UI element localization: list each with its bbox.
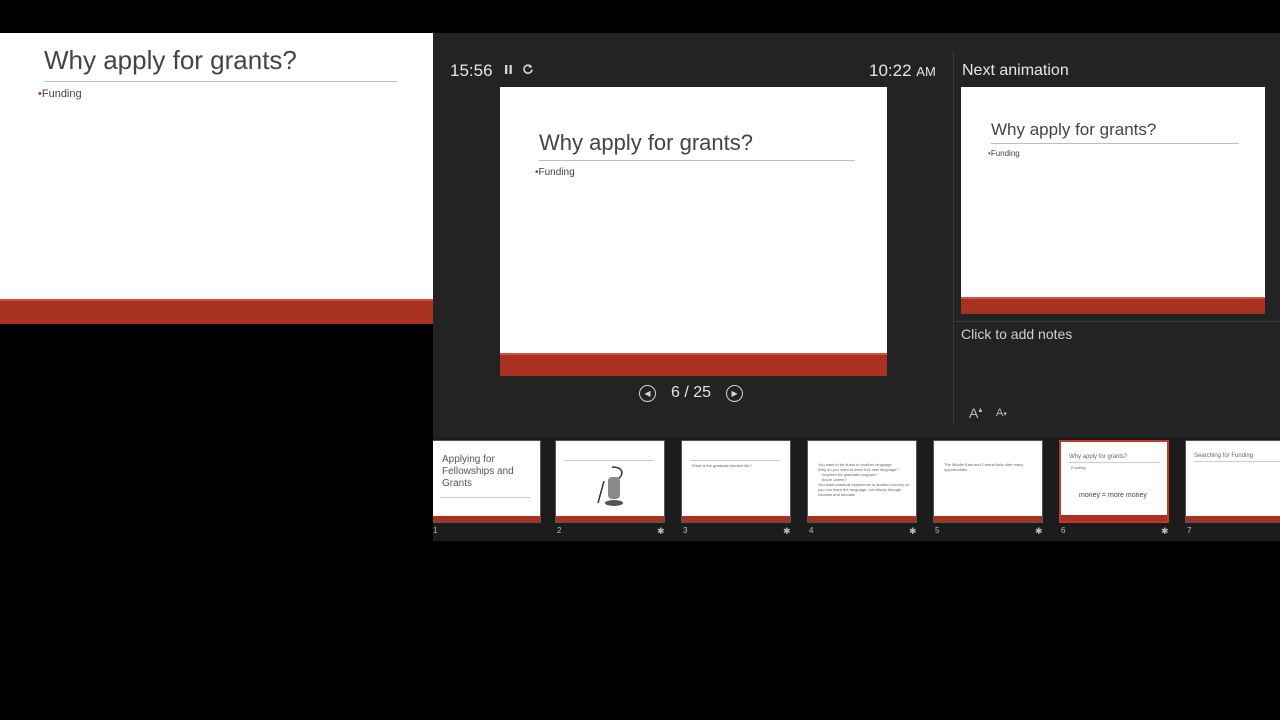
projected-slide-bullet: •Funding — [38, 88, 82, 100]
slide-number: 6 — [1061, 526, 1066, 535]
current-slide-bullet: •Funding — [535, 167, 575, 178]
animation-star-icon: ✱ — [783, 526, 791, 536]
next-slide-bullet: •Funding — [988, 149, 1020, 158]
animation-star-icon: ✱ — [657, 526, 665, 536]
animation-star-icon: ✱ — [1035, 526, 1043, 536]
slide-footer-bar — [0, 299, 433, 324]
thumbnail-slide-1[interactable]: Applying for Fellowships and Grants — [433, 440, 541, 523]
projected-slide: Why apply for grants? •Funding — [0, 33, 433, 324]
increase-font-button[interactable]: A▴ — [969, 405, 982, 421]
restart-timer-button[interactable] — [522, 63, 534, 78]
thumbnail-slide-7[interactable]: Searching for Funding — [1185, 440, 1280, 523]
pause-icon — [505, 65, 512, 74]
decrease-font-button[interactable]: A▾ — [996, 407, 1007, 419]
slide-number: 1 — [433, 526, 438, 535]
thumbnail-slide-6[interactable]: Why apply for grants? Funding money = mo… — [1059, 440, 1169, 523]
slide-number: 4 — [809, 526, 814, 535]
next-slide-button[interactable]: ▶ — [726, 384, 744, 402]
thumbnail-slide-5[interactable]: The Middle East and Central Asia offer m… — [933, 440, 1043, 523]
vertical-divider — [953, 51, 954, 423]
chevron-left-icon: ◀ — [644, 388, 651, 398]
animation-star-icon: ✱ — [909, 526, 917, 536]
next-slide-preview: Why apply for grants? •Funding — [961, 87, 1265, 314]
projected-slide-title: Why apply for grants? — [44, 45, 297, 75]
current-time: 10:22 AM — [869, 61, 936, 80]
slide-number: 7 — [1187, 526, 1192, 535]
presenter-view: 15:56 10:22 AM Why apply for grants? •Fu… — [433, 33, 1280, 541]
slide-number: 5 — [935, 526, 940, 535]
thumbnail-slide-2[interactable] — [555, 440, 665, 523]
current-slide-title: Why apply for grants? — [539, 130, 753, 155]
elapsed-timer: 15:56 — [450, 61, 493, 80]
notes-divider — [953, 321, 1280, 322]
slide-footer-bar — [500, 353, 887, 376]
slide-number: 2 — [557, 526, 562, 535]
slide-footer-bar — [961, 297, 1265, 314]
slide-counter: 6 / 25 — [671, 384, 712, 401]
title-underline — [991, 143, 1239, 144]
slide-number: 3 — [683, 526, 688, 535]
notes-field[interactable]: Click to add notes — [961, 326, 1072, 342]
pause-timer-button[interactable] — [503, 63, 514, 78]
title-underline — [44, 81, 397, 82]
next-animation-label: Next animation — [962, 62, 1069, 79]
title-underline — [539, 160, 855, 161]
previous-slide-button[interactable]: ◀ — [639, 384, 656, 402]
chevron-right-icon: ▶ — [731, 388, 738, 398]
next-slide-title: Why apply for grants? — [991, 120, 1157, 139]
vacuum-image — [597, 466, 623, 506]
slide-navigation: ◀ 6 / 25 ▶ — [639, 381, 744, 405]
thumbnail-slide-3[interactable]: What is the graduate student life? — [681, 440, 791, 523]
current-slide-preview: Why apply for grants? •Funding — [500, 87, 887, 376]
thumbnail-slide-4[interactable]: You want to be fluent in another languag… — [807, 440, 917, 523]
slide-thumbnail-strip: Applying for Fellowships and Grants 1 2 ✱ … — [433, 437, 1280, 541]
animation-star-icon: ✱ — [1161, 526, 1169, 536]
restart-icon — [523, 64, 533, 74]
